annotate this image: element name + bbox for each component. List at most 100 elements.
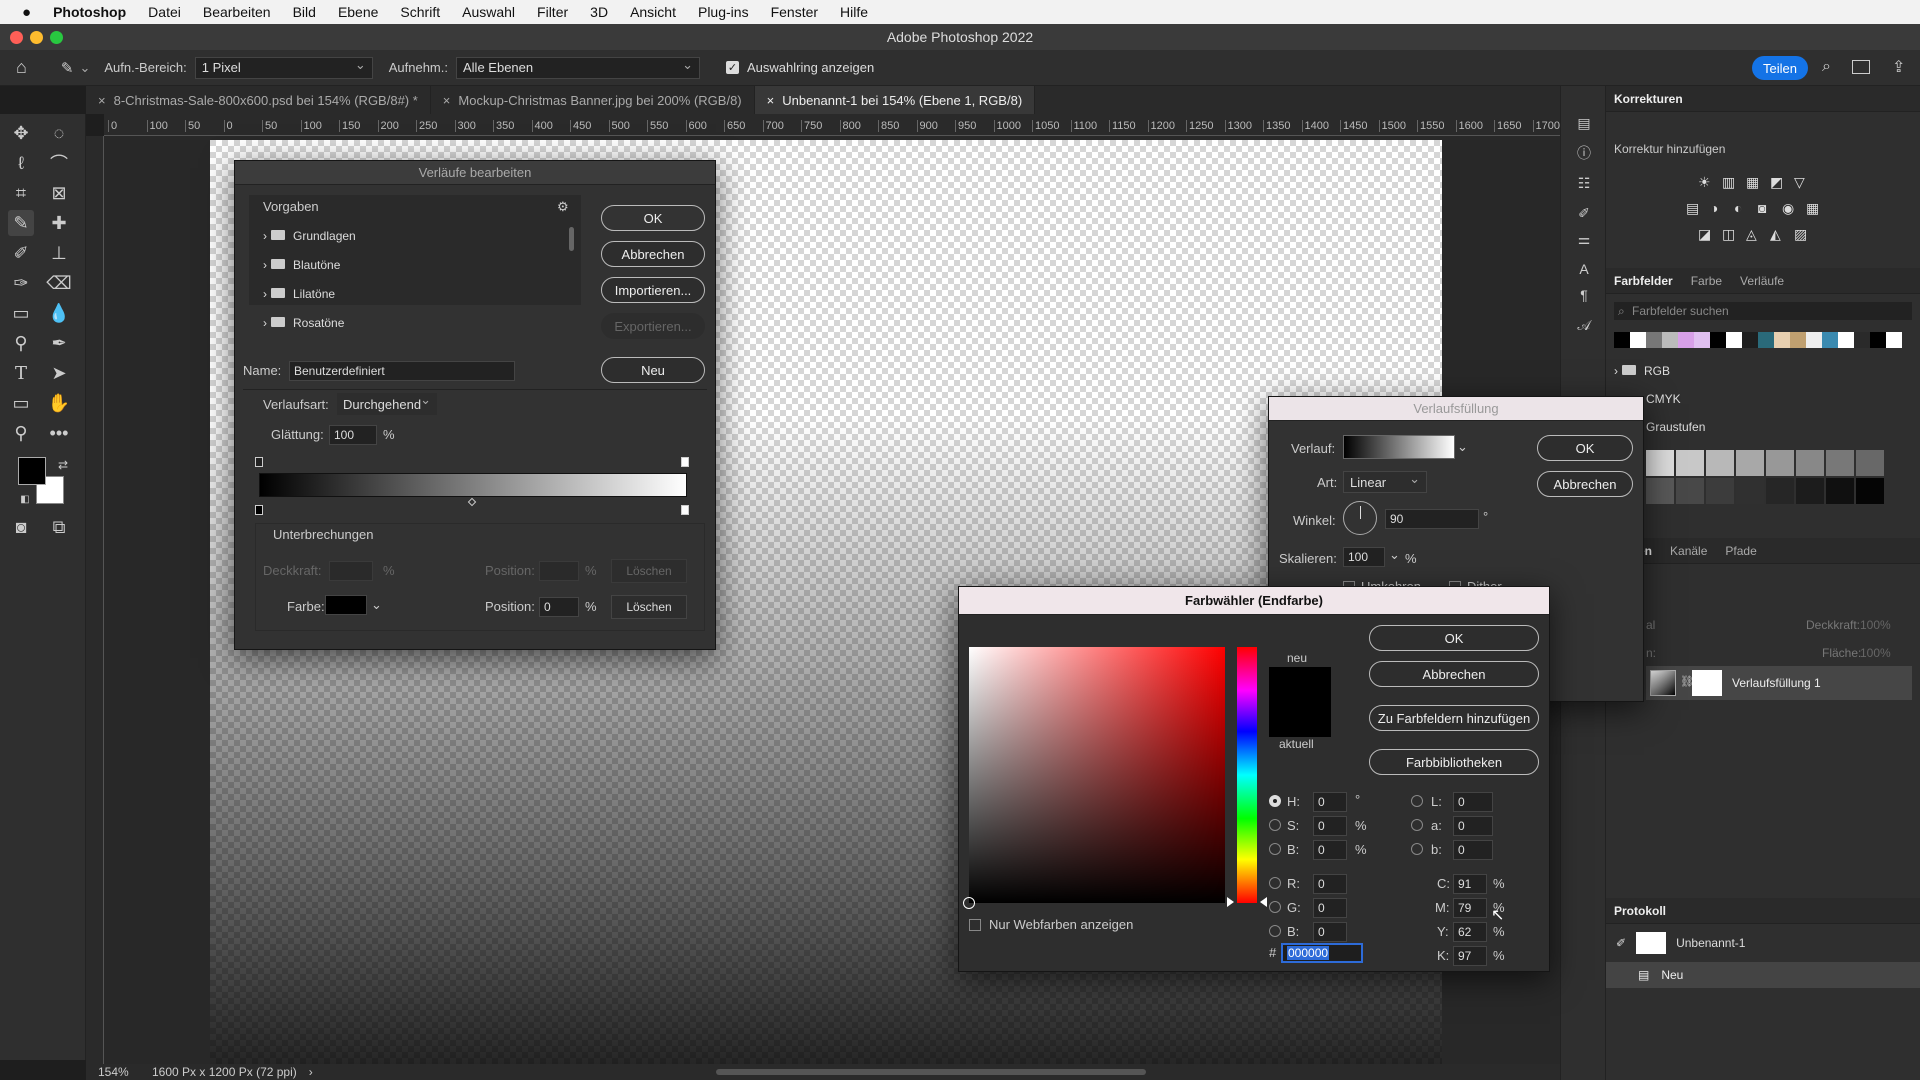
- menu-filter[interactable]: Filter: [537, 4, 568, 20]
- eyedropper-tool-icon[interactable]: ✎: [61, 59, 74, 77]
- adjustment-icon[interactable]: ◉: [1782, 200, 1794, 217]
- adjustment-icon[interactable]: ▨: [1794, 226, 1807, 243]
- swatch[interactable]: [1678, 332, 1694, 348]
- gray-swatch[interactable]: [1826, 478, 1854, 504]
- adjustment-icon[interactable]: ◑: [1710, 200, 1718, 216]
- rectangle-tool-icon[interactable]: ▭: [8, 390, 34, 416]
- adjustment-icon[interactable]: ◬: [1746, 226, 1757, 243]
- healing-brush-icon[interactable]: ✚: [46, 210, 72, 236]
- close-tab-icon[interactable]: ×: [767, 93, 775, 108]
- swatch[interactable]: [1614, 332, 1630, 348]
- adjustment-icon[interactable]: ◩: [1770, 174, 1783, 191]
- magenta-input[interactable]: 79: [1453, 898, 1487, 918]
- adjustment-icon[interactable]: ☀: [1698, 174, 1711, 191]
- eyedropper-tool-icon[interactable]: ✎: [8, 210, 34, 236]
- sample-size-select[interactable]: 1 Pixel: [194, 56, 373, 79]
- gray-swatch[interactable]: [1706, 478, 1734, 504]
- comments-icon[interactable]: ▤: [1571, 110, 1597, 136]
- preset-folder-rosatoene[interactable]: › Rosatöne: [263, 316, 344, 330]
- radio-brightness[interactable]: [1269, 843, 1281, 855]
- blue-input[interactable]: 0: [1313, 922, 1347, 942]
- swatch[interactable]: [1710, 332, 1726, 348]
- hue-slider[interactable]: [1237, 647, 1257, 903]
- gray-swatch[interactable]: [1796, 450, 1824, 476]
- opacity-stop-right[interactable]: [681, 457, 689, 467]
- adjustment-icon[interactable]: ▤: [1686, 200, 1699, 217]
- smoothness-input[interactable]: 100: [329, 425, 377, 445]
- info-icon[interactable]: ⓘ: [1571, 140, 1597, 166]
- preset-folder-blautoene[interactable]: › Blautöne: [263, 258, 340, 272]
- tab-mockup-banner[interactable]: × Mockup-Christmas Banner.jpg bei 200% (R…: [431, 86, 755, 114]
- share-button[interactable]: Teilen: [1752, 56, 1808, 80]
- ok-button[interactable]: OK: [601, 205, 705, 231]
- menu-ansicht[interactable]: Ansicht: [630, 4, 676, 20]
- yellow-input[interactable]: 62: [1453, 922, 1487, 942]
- swatch-group-gray[interactable]: Graustufen: [1646, 420, 1705, 434]
- swatch-group-cmyk[interactable]: CMYK: [1646, 392, 1681, 406]
- chevron-down-icon[interactable]: ⌄: [371, 597, 382, 613]
- midpoint-diamond[interactable]: [467, 497, 477, 507]
- hex-input[interactable]: 000000: [1281, 943, 1363, 963]
- search-icon[interactable]: ⌕: [1822, 58, 1831, 76]
- stop-color-swatch[interactable]: [325, 595, 367, 615]
- style-select[interactable]: Linear: [1343, 471, 1427, 493]
- menu-bild[interactable]: Bild: [293, 4, 316, 20]
- add-to-swatches-button[interactable]: Zu Farbfeldern hinzufügen: [1369, 705, 1539, 731]
- tab-gradients[interactable]: Verläufe: [1740, 274, 1784, 288]
- zoom-tool-icon[interactable]: ⚲: [8, 420, 34, 446]
- radio-lab-b[interactable]: [1411, 843, 1423, 855]
- gradient-swatch[interactable]: [1343, 435, 1455, 459]
- adjustment-icon[interactable]: ◐: [1734, 200, 1742, 216]
- foreground-color-swatch[interactable]: [18, 457, 46, 485]
- gray-swatch[interactable]: [1856, 478, 1884, 504]
- green-input[interactable]: 0: [1313, 898, 1347, 918]
- swatch[interactable]: [1630, 332, 1646, 348]
- menu-fenster[interactable]: Fenster: [771, 4, 818, 20]
- gradient-name-input[interactable]: Benutzerdefiniert: [289, 361, 515, 381]
- type-tool-icon[interactable]: T: [8, 360, 34, 386]
- gray-swatch[interactable]: [1646, 450, 1674, 476]
- frame-tool-icon[interactable]: ⊠: [46, 180, 72, 206]
- presets-scrollbar[interactable]: [569, 227, 574, 251]
- eraser-tool-icon[interactable]: ⌫: [46, 270, 72, 296]
- gradient-type-select[interactable]: Durchgehend: [337, 392, 437, 415]
- gray-swatch[interactable]: [1736, 450, 1764, 476]
- blur-tool-icon[interactable]: 💧: [46, 300, 72, 326]
- angle-input[interactable]: 90: [1385, 509, 1479, 529]
- gray-swatch[interactable]: [1856, 450, 1884, 476]
- gradient-preview-bar[interactable]: [259, 473, 687, 497]
- radio-lab-a[interactable]: [1411, 819, 1423, 831]
- gear-icon[interactable]: ⚙: [557, 199, 569, 215]
- swatch-search-input[interactable]: ⌕ Farbfelder suchen: [1614, 302, 1912, 320]
- menu-3d[interactable]: 3D: [590, 4, 608, 20]
- ok-button[interactable]: OK: [1537, 435, 1633, 461]
- history-item-snapshot[interactable]: ✐ Unbenannt-1: [1606, 930, 1920, 956]
- stamp-tool-icon[interactable]: ⊥: [46, 240, 72, 266]
- history-item-new[interactable]: ▤ Neu: [1606, 962, 1920, 988]
- swatch[interactable]: [1854, 332, 1870, 348]
- quick-select-tool-icon[interactable]: ⌒: [46, 150, 72, 176]
- gray-swatch[interactable]: [1706, 450, 1734, 476]
- menu-plugins[interactable]: Plug-ins: [698, 4, 749, 20]
- move-tool-icon[interactable]: ✥: [8, 120, 34, 146]
- opacity-stop-left[interactable]: [255, 457, 263, 467]
- horizontal-scrollbar[interactable]: [716, 1069, 1146, 1075]
- brush-settings-icon[interactable]: ✐: [1571, 200, 1597, 226]
- radio-red[interactable]: [1269, 877, 1281, 889]
- properties-icon[interactable]: ☷: [1571, 170, 1597, 196]
- quick-mask-icon[interactable]: ◙: [8, 514, 34, 540]
- menu-schrift[interactable]: Schrift: [400, 4, 440, 20]
- status-arrow-icon[interactable]: ›: [309, 1065, 313, 1079]
- layer-row[interactable]: ⛓ Verlaufsfüllung 1: [1646, 666, 1912, 700]
- preset-folder-grundlagen[interactable]: › Grundlagen: [263, 229, 356, 243]
- menu-auswahl[interactable]: Auswahl: [462, 4, 515, 20]
- swatch[interactable]: [1838, 332, 1854, 348]
- saturation-input[interactable]: 0: [1313, 816, 1347, 836]
- radio-hue[interactable]: [1269, 795, 1281, 807]
- hand-tool-icon[interactable]: ✋: [46, 390, 72, 416]
- glyphs-icon[interactable]: 𝒜: [1571, 312, 1597, 338]
- adjustment-icon[interactable]: ◪: [1698, 226, 1711, 243]
- new-gradient-button[interactable]: Neu: [601, 357, 705, 383]
- swatch[interactable]: [1662, 332, 1678, 348]
- hue-slider-right-arrow[interactable]: [1260, 897, 1267, 907]
